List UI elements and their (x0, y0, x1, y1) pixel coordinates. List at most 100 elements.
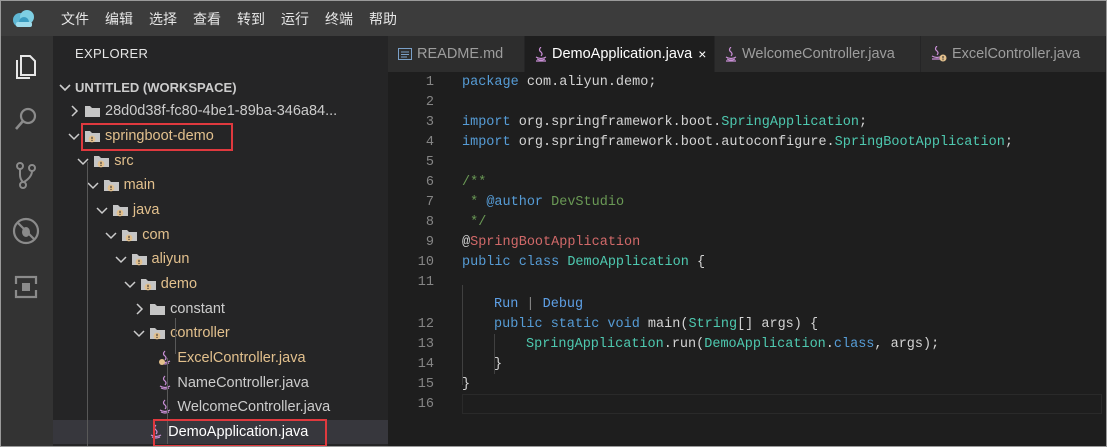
tree-indent-guide (87, 162, 88, 446)
tree-item-java[interactable]: java (53, 198, 388, 222)
menu-bar: 文件 编辑 选择 查看 转到 运行 终端 帮助 (1, 1, 1106, 36)
code-line-13: 13 SpringApplication.run(DemoApplication… (388, 334, 1106, 354)
search-icon[interactable] (11, 104, 41, 134)
code-line-1: 1 package com.aliyun.demo; (388, 72, 1106, 92)
tab-label: README.md (417, 46, 504, 62)
chevron-down-icon[interactable] (123, 277, 137, 291)
tree-item-label: WelcomeController.java (177, 399, 331, 415)
tree-item-constant[interactable]: constant (53, 297, 388, 321)
workspace-title: UNTITLED (WORKSPACE) (75, 79, 237, 95)
code-line-12: 12 public static void main(String[] args… (388, 314, 1106, 334)
chevron-down-icon[interactable] (104, 228, 118, 242)
tree-item-demo[interactable]: demo (53, 272, 388, 296)
code-line-6: 6 /** (388, 172, 1106, 192)
explorer-icon[interactable] (11, 50, 41, 80)
chevron-down-icon[interactable] (67, 129, 81, 143)
menu-select[interactable]: 选择 (141, 9, 185, 29)
tree-item-label: aliyun (151, 251, 190, 267)
folder-warning-icon (94, 156, 110, 168)
line-number: 4 (425, 134, 434, 150)
debug-icon[interactable] (11, 216, 41, 246)
cloud-logo-icon[interactable] (11, 8, 37, 30)
line-number: 8 (425, 214, 434, 230)
code-line-2: 2 (388, 92, 1106, 112)
code-token: . (825, 336, 834, 352)
menu-edit[interactable]: 编辑 (97, 9, 141, 29)
code-token: package (462, 74, 519, 90)
code-line-7: 7 * @author DevStudio (388, 192, 1106, 212)
code-token: main (639, 316, 681, 332)
code-token: SpringApplication (721, 114, 859, 130)
chevron-down-icon[interactable] (95, 203, 109, 217)
menu-goto[interactable]: 转到 (229, 9, 273, 29)
chevron-down-icon[interactable] (132, 326, 146, 340)
tree-item-aliyun[interactable]: aliyun (53, 247, 388, 271)
code-token: DemoApplication (704, 336, 826, 352)
code-line-10: 10 public class DemoApplication { (388, 252, 1106, 272)
line-number: 6 (425, 174, 434, 190)
code-token: SpringApplication (526, 336, 664, 352)
markdown-icon (398, 48, 412, 60)
code-token: */ (462, 214, 487, 230)
code-token: [] args) { (737, 316, 819, 332)
folder-warning-icon (150, 328, 166, 340)
menu-terminal[interactable]: 终端 (317, 9, 361, 29)
ide-window: 文件 编辑 选择 查看 转到 运行 终端 帮助 EXPLORER UNTITLE… (0, 0, 1107, 447)
tree-item-controller[interactable]: controller (53, 321, 388, 345)
tab-demoapplication[interactable]: DemoApplication.java × (525, 36, 715, 72)
code-lens: Run | Debug (388, 294, 1106, 314)
run-code-lens[interactable]: Run (494, 297, 518, 312)
chevron-down-icon[interactable] (114, 252, 128, 266)
source-control-icon[interactable] (11, 160, 41, 190)
close-icon[interactable]: × (698, 46, 706, 62)
menu-run[interactable]: 运行 (273, 9, 317, 29)
tree-item-namecontroller-java[interactable]: NameController.java (53, 371, 388, 395)
code-token: public (462, 254, 511, 270)
tree-item-label: main (123, 177, 156, 193)
line-number: 1 (425, 74, 434, 90)
code-token: /** (462, 174, 487, 190)
tree-item-28d0d38f-fc80-4be1-89ba-346a84[interactable]: 28d0d38f-fc80-4be1-89ba-346a84... (53, 99, 388, 123)
tree-item-label: NameController.java (177, 375, 309, 391)
chevron-right-icon[interactable] (132, 302, 146, 316)
tree-indent-guide (175, 318, 176, 354)
menu-items: 文件 编辑 选择 查看 转到 运行 终端 帮助 (53, 1, 405, 36)
menu-file[interactable]: 文件 (53, 9, 97, 29)
line-number: 9 (425, 234, 434, 250)
tree-item-main[interactable]: main (53, 173, 388, 197)
line-number: 10 (417, 254, 434, 270)
code-token: SpringBootApplication (834, 134, 1005, 150)
tree-item-excelcontroller-java[interactable]: ExcelController.java (53, 346, 388, 370)
code-token: SpringBootApplication (470, 234, 641, 250)
tab-readme[interactable]: README.md (388, 36, 525, 72)
folder-warning-icon (103, 180, 119, 192)
tree-item-label: ExcelController.java (177, 350, 306, 366)
tab-welcomecontroller[interactable]: WelcomeController.java (715, 36, 921, 72)
menu-view[interactable]: 查看 (185, 9, 229, 29)
tree-item-src[interactable]: src (53, 149, 388, 173)
tree-item-welcomecontroller-java[interactable]: WelcomeController.java (53, 395, 388, 419)
line-number: 5 (425, 154, 434, 170)
folder-icon (150, 304, 166, 315)
code-editor[interactable]: 1 package com.aliyun.demo; 2 3 import or… (388, 72, 1106, 446)
code-line-15: 15 } (388, 374, 1106, 394)
java-warning-icon (931, 46, 947, 62)
code-line-8: 8 */ (388, 212, 1106, 232)
editor-tabs: README.md DemoApplication.java × Welcome… (388, 36, 1106, 72)
code-line-3: 3 import org.springframework.boot.Spring… (388, 112, 1106, 132)
tree-item-label: constant (170, 301, 225, 317)
workspace-header[interactable]: UNTITLED (WORKSPACE) (53, 76, 388, 98)
menu-help[interactable]: 帮助 (361, 9, 405, 29)
tree-item-label: src (114, 153, 134, 169)
line-number: 13 (417, 336, 434, 352)
code-token: class (833, 336, 875, 352)
tab-excelcontroller[interactable]: ExcelController.java (921, 36, 1106, 72)
debug-code-lens[interactable]: Debug (543, 297, 584, 312)
code-line-11: 11 (388, 272, 1106, 292)
chevron-right-icon[interactable] (67, 104, 81, 118)
java-icon (725, 46, 737, 62)
chevron-down-icon[interactable] (76, 154, 90, 168)
extensions-icon[interactable] (11, 272, 41, 302)
tree-item-com[interactable]: com (53, 223, 388, 247)
code-line-4: 4 import org.springframework.boot.autoco… (388, 132, 1106, 152)
